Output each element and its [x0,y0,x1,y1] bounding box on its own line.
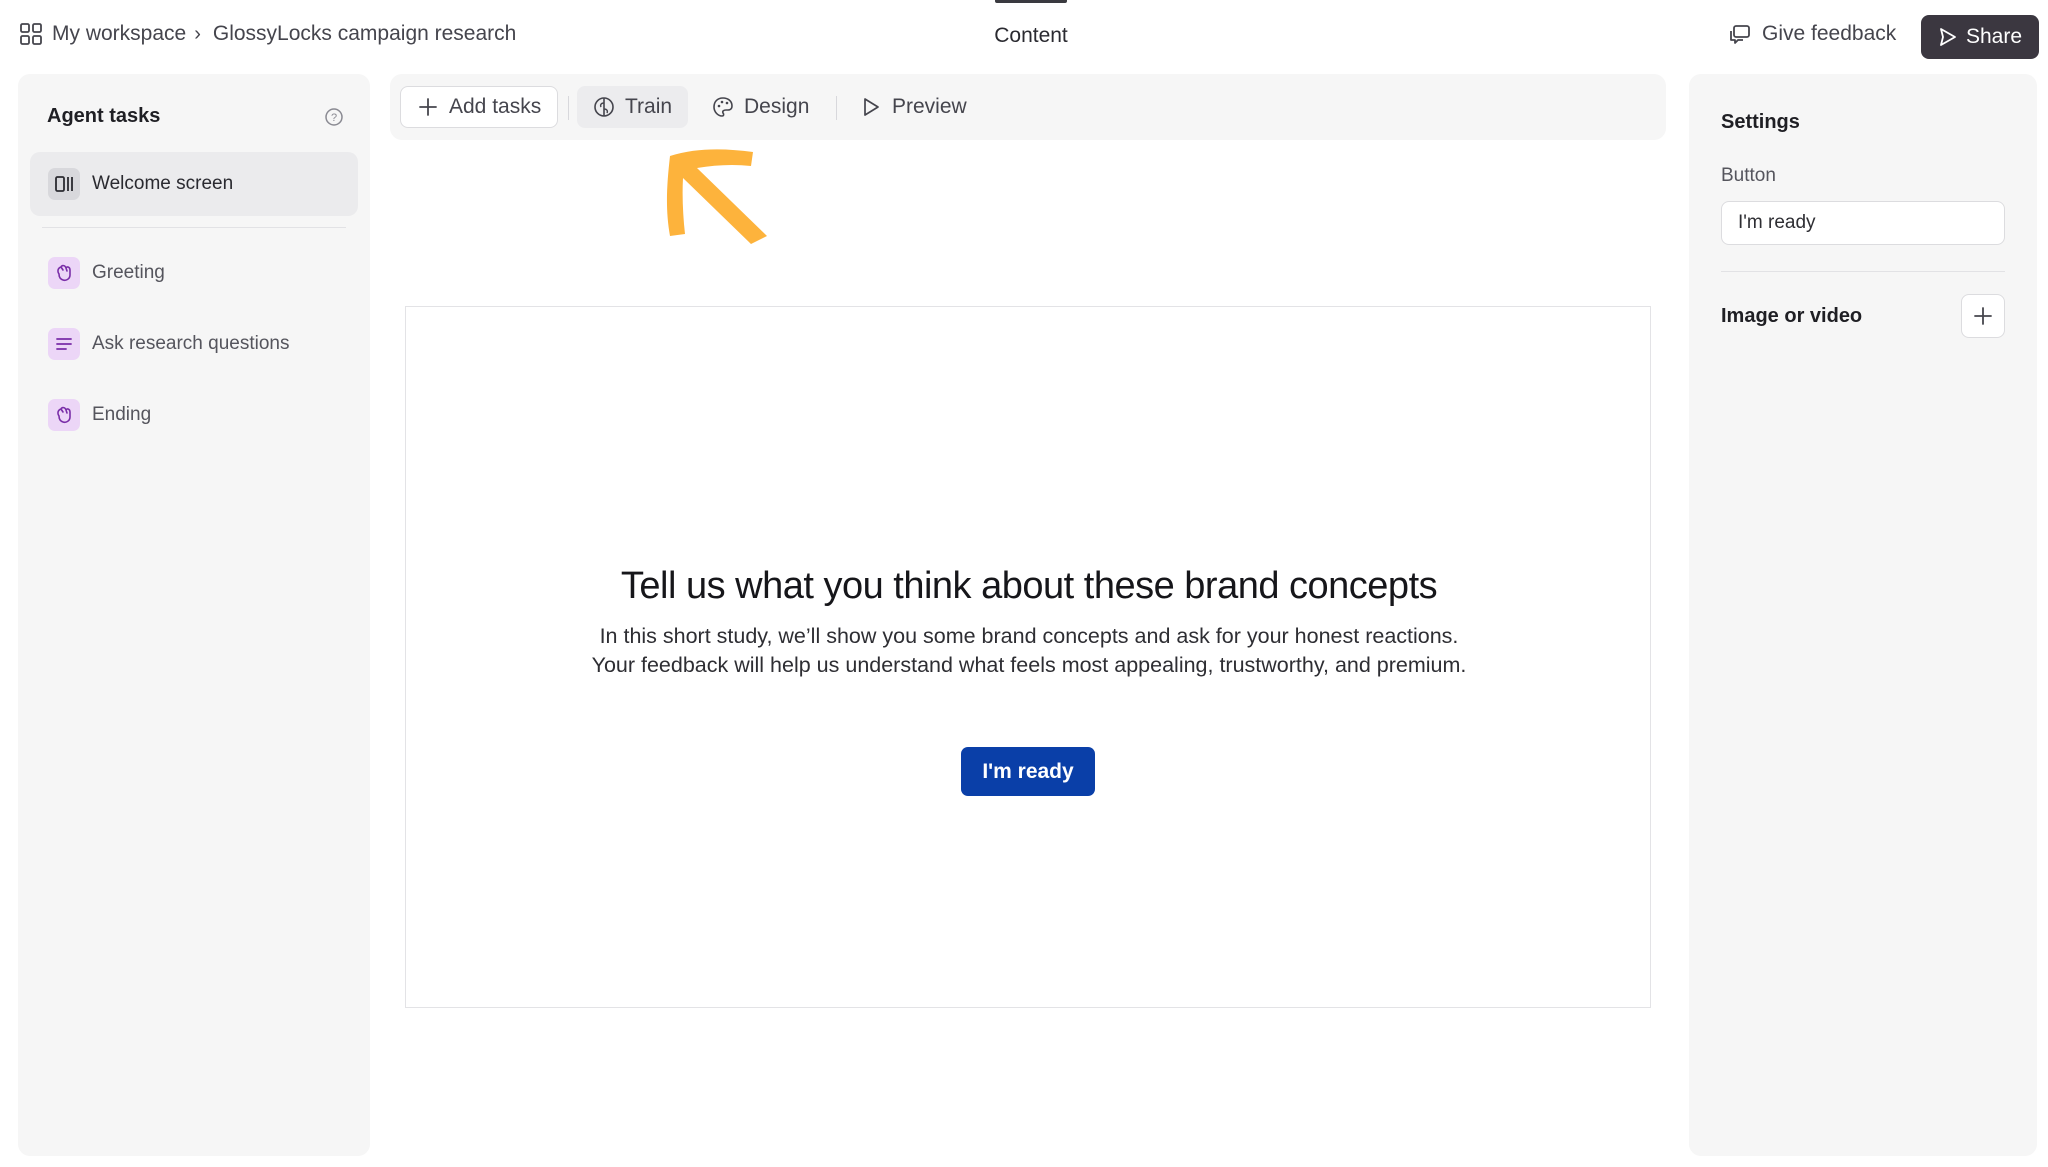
agent-tasks-title: Agent tasks [47,105,161,127]
add-tasks-button[interactable]: Add tasks [400,86,559,128]
annotation-arrow-icon [666,149,767,244]
help-icon[interactable]: ? [324,107,344,127]
toolbar-divider [836,96,837,120]
preview-label: Preview [892,95,967,118]
waving-hand-icon [48,399,80,431]
breadcrumb-project[interactable]: GlossyLocks campaign research [213,22,516,46]
image-or-video-label: Image or video [1721,305,1863,327]
editor-toolbar: Add tasks Train Design Preview [390,74,1666,140]
tab-content[interactable]: Content [994,0,1068,74]
svg-text:?: ? [331,112,337,124]
share-button[interactable]: Share [1921,15,2039,59]
sidebar-item-ask-research-questions[interactable]: Ask research questions [30,312,358,376]
give-feedback-label: Give feedback [1762,22,1897,45]
sidebar-item-welcome-screen[interactable]: Welcome screen [30,152,358,216]
plus-icon [1974,307,1992,325]
sidebar-item-label: Ending [92,404,152,425]
share-label: Share [1965,25,2023,48]
preview-button[interactable]: Preview [844,86,983,128]
preview-headline: Tell us what you think about these brand… [620,565,1438,607]
sidebar-item-ending[interactable]: Ending [30,383,358,447]
palette-icon [713,97,733,117]
welcome-screen-icon [48,168,80,200]
give-feedback-button[interactable]: Give feedback [1728,22,1896,46]
breadcrumb: My workspace › GlossyLocks campaign rese… [20,22,516,46]
preview-body: In this short study, we’ll show you some… [591,624,1467,677]
send-icon [1940,28,1956,46]
button-text-input[interactable] [1721,201,2005,245]
sidebar-divider [42,227,346,228]
active-tab-indicator [995,0,1067,3]
sidebar-item-label: Welcome screen [92,173,234,194]
add-media-button[interactable] [1961,294,2005,338]
im-ready-button[interactable]: I'm ready [961,747,1095,796]
plus-icon [419,98,437,116]
design-label: Design [744,95,810,118]
breadcrumb-workspace[interactable]: My workspace [52,22,186,46]
tab-content-label: Content [994,24,1068,47]
button-label-caption: Button [1721,165,1776,186]
train-label: Train [625,95,673,118]
settings-divider [1721,271,2005,272]
text-lines-icon [48,328,80,360]
feedback-icon [1730,25,1750,44]
brain-icon [594,97,614,117]
waving-hand-icon [48,257,80,289]
grid-icon[interactable] [20,23,42,45]
welcome-screen-preview: Tell us what you think about these brand… [405,306,1651,1008]
sidebar-item-label: Greeting [92,262,165,283]
settings-title: Settings [1721,111,1800,133]
top-bar: My workspace › GlossyLocks campaign rese… [0,0,2048,74]
play-icon [864,98,879,116]
sidebar-item-label: Ask research questions [92,333,290,354]
design-button[interactable]: Design [696,86,825,128]
sidebar-item-greeting[interactable]: Greeting [30,241,358,305]
train-button[interactable]: Train [577,86,689,128]
chevron-right-icon: › [194,22,201,45]
add-tasks-label: Add tasks [449,95,542,118]
toolbar-divider [568,96,569,120]
agent-tasks-panel: Agent tasks ? Welcome screen Greeting As… [18,74,370,1156]
settings-panel: Settings Button Image or video [1689,74,2037,1156]
